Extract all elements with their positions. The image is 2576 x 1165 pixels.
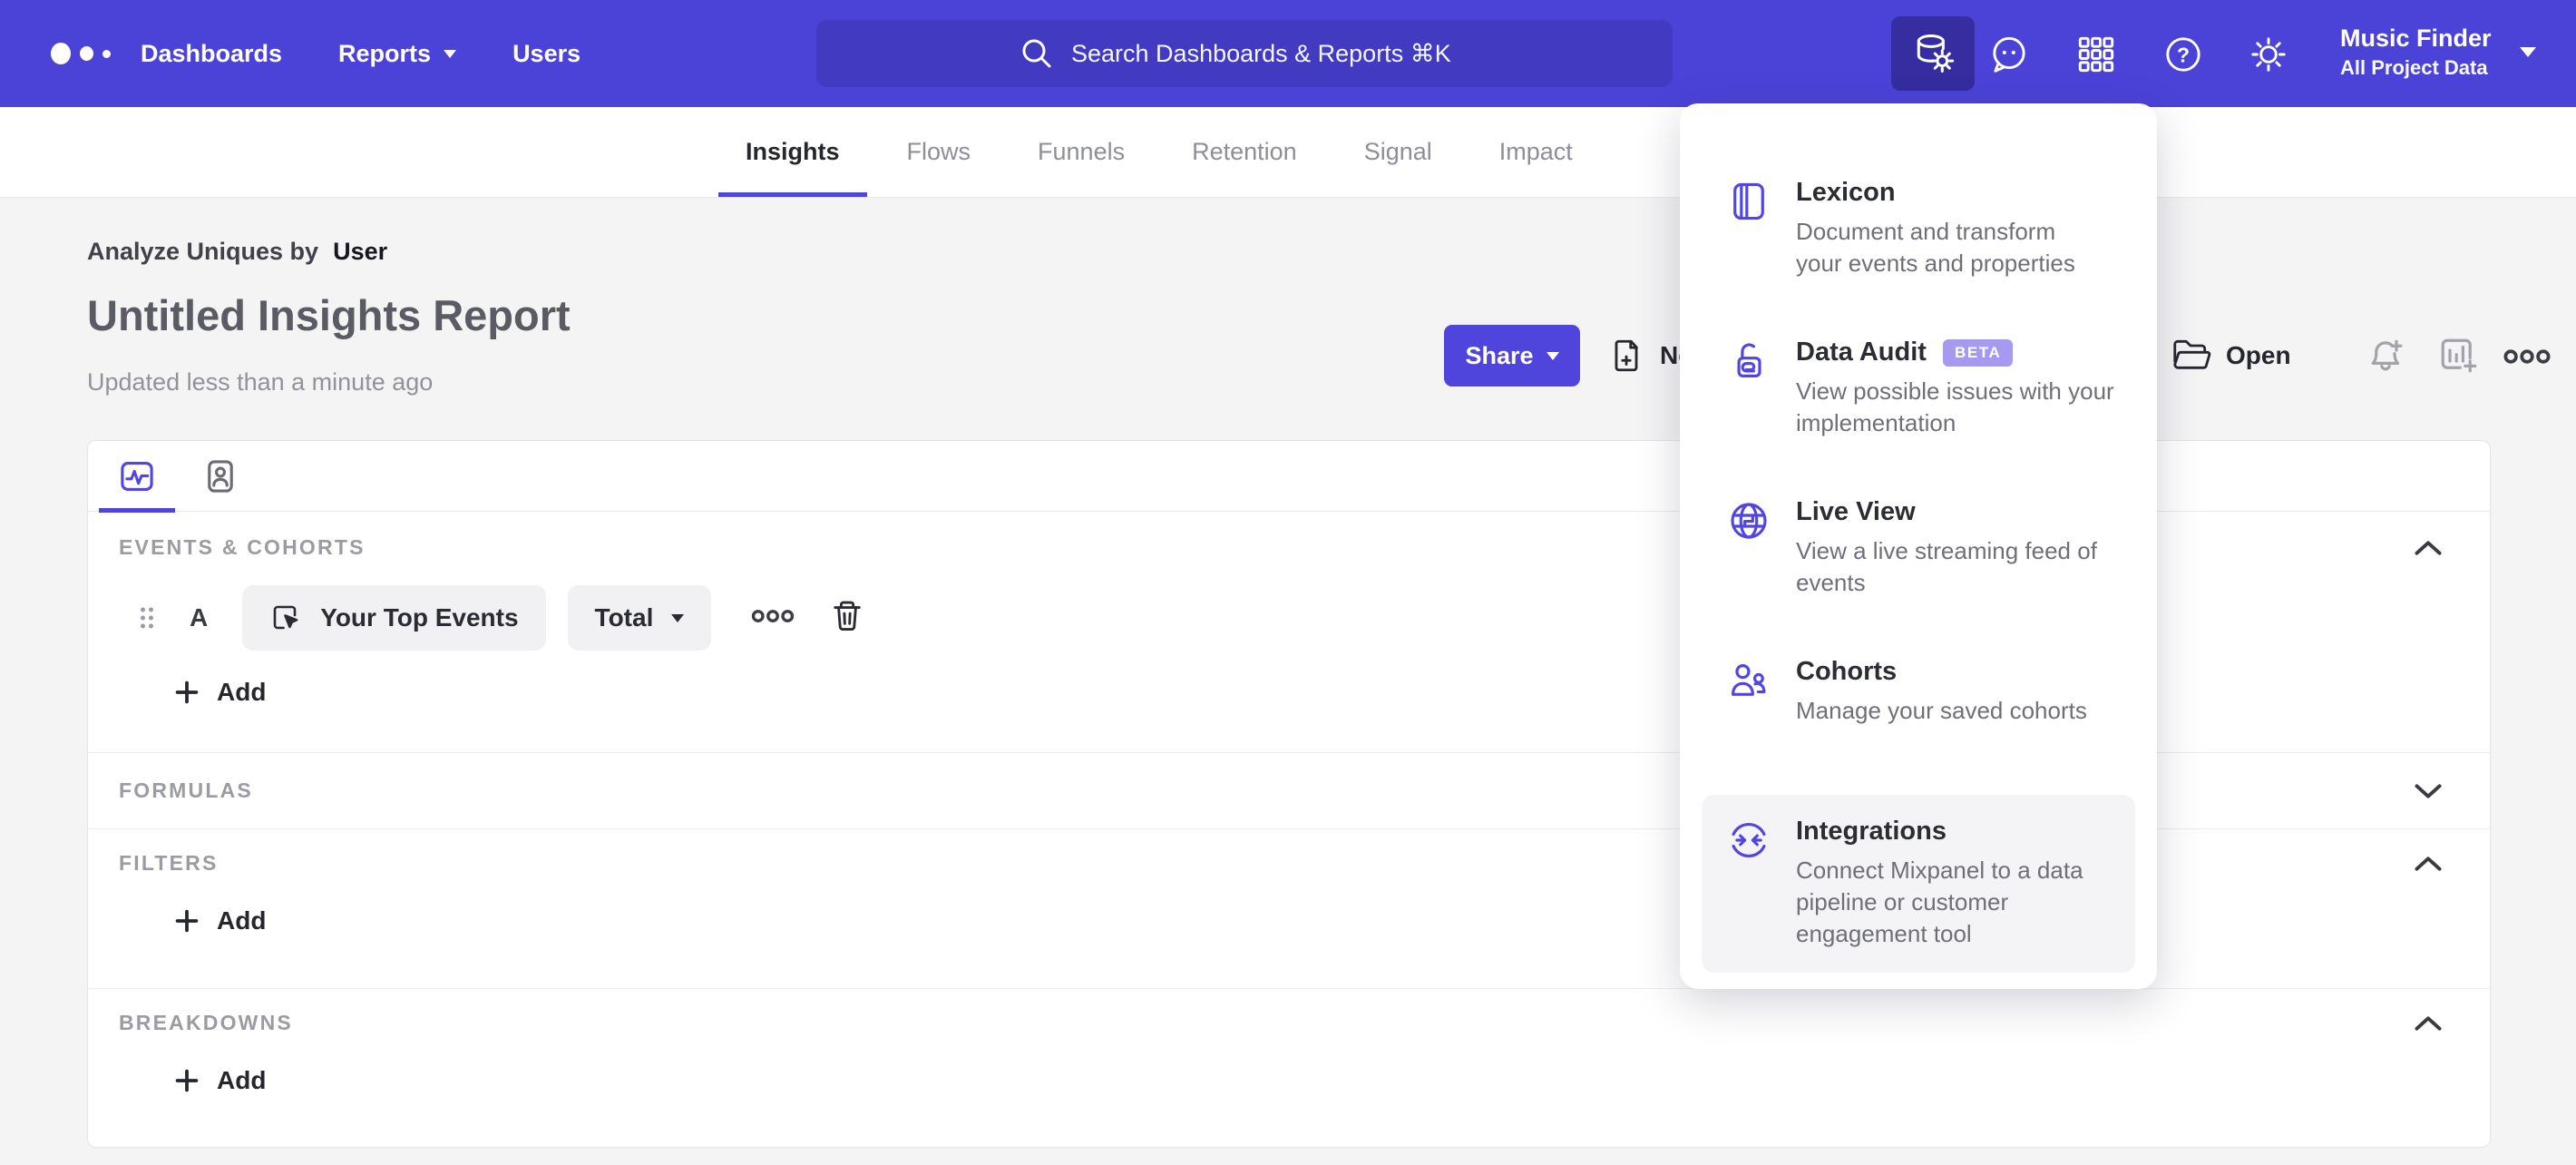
add-to-board-icon[interactable] — [2436, 334, 2480, 377]
aggregation-label: Total — [594, 603, 654, 631]
caret-down-icon — [444, 49, 457, 58]
aggregation-caret-down-icon — [671, 613, 685, 622]
plus-icon — [175, 1069, 199, 1092]
add-filter-label: Add — [217, 906, 267, 935]
analyze-prefix-label: Analyze Uniques by — [87, 238, 319, 265]
folder-open-icon — [2173, 339, 2211, 369]
updated-timestamp: Updated less than a minute ago — [87, 368, 434, 396]
menu-item-data-audit[interactable]: Data Audit BETA View possible issues wit… — [1702, 316, 2135, 475]
primary-nav: Dashboards Reports Users — [141, 0, 581, 107]
event-letter-label: A — [190, 603, 209, 631]
menu-item-description: Manage your saved cohorts — [1796, 697, 2087, 724]
nav-users[interactable]: Users — [512, 40, 581, 68]
svg-text:?: ? — [2177, 43, 2190, 66]
menu-item-cohorts[interactable]: Cohorts Manage your saved cohorts — [1702, 635, 2135, 795]
project-caret-down-icon — [2520, 47, 2536, 57]
apps-grid-icon[interactable] — [2073, 32, 2119, 77]
project-name: Music Finder — [2340, 24, 2492, 52]
drag-handle-icon[interactable] — [139, 605, 155, 631]
menu-item-description: Document and transform your events and p… — [1796, 218, 2075, 277]
aggregation-dropdown[interactable]: Total — [567, 585, 712, 651]
data-tools-dropdown-panel: Lexicon Document and transform your even… — [1680, 103, 2157, 989]
menu-item-description: View a live streaming feed of events — [1796, 537, 2097, 596]
tab-insights[interactable]: Insights — [718, 107, 867, 197]
insights-pulse-icon — [121, 461, 153, 491]
plus-icon — [175, 909, 199, 933]
tab-funnels[interactable]: Funnels — [1010, 107, 1152, 197]
add-breakdown-button[interactable]: Add — [175, 1066, 2443, 1095]
document-plus-icon — [1615, 339, 1638, 372]
select-event-icon — [273, 605, 298, 630]
nav-reports[interactable]: Reports — [338, 39, 457, 68]
nav-reports-label: Reports — [338, 39, 432, 67]
tab-events-view[interactable] — [119, 441, 155, 512]
add-breakdown-label: Add — [217, 1066, 267, 1094]
analyze-breadcrumb: Analyze Uniques by User — [87, 238, 387, 266]
collapse-chevron-up-icon[interactable] — [2414, 854, 2443, 874]
globe-icon — [1727, 499, 1771, 543]
feedback-chat-icon[interactable] — [1986, 32, 2032, 77]
share-caret-down-icon — [1546, 351, 1559, 360]
tab-impact[interactable]: Impact — [1472, 107, 1600, 197]
report-title[interactable]: Untitled Insights Report — [87, 290, 571, 340]
menu-item-title: Lexicon — [1796, 178, 1896, 207]
beta-badge: BETA — [1942, 338, 2014, 367]
menu-item-title: Cohorts — [1796, 657, 1898, 686]
menu-item-description: Connect Mixpanel to a data pipeline or c… — [1796, 857, 2083, 947]
tab-flows[interactable]: Flows — [880, 107, 999, 197]
plus-icon — [175, 680, 199, 704]
help-icon[interactable]: ? — [2161, 32, 2206, 77]
people-icon — [1727, 659, 1771, 702]
open-report-button[interactable]: Open — [2170, 327, 2291, 385]
nav-dashboards[interactable]: Dashboards — [141, 40, 282, 68]
expand-chevron-down-icon[interactable] — [2414, 781, 2443, 801]
more-actions-ellipsis-icon[interactable] — [2502, 347, 2552, 367]
collapse-chevron-up-icon[interactable] — [2414, 538, 2443, 558]
formulas-label: FORMULAS — [119, 778, 253, 802]
global-search[interactable] — [816, 20, 1673, 87]
user-card-icon — [208, 459, 233, 493]
search-icon — [1022, 39, 1051, 68]
tab-retention[interactable]: Retention — [1165, 107, 1324, 197]
top-navigation-bar: Dashboards Reports Users Search Dashboar… — [0, 0, 2576, 107]
collapse-chevron-up-icon[interactable] — [2414, 1013, 2443, 1033]
filters-label: FILTERS — [119, 851, 219, 875]
section-breakdowns: BREAKDOWNS Add — [88, 989, 2490, 1149]
breakdowns-label: BREAKDOWNS — [119, 1011, 293, 1034]
analyze-value-selector[interactable]: User — [333, 238, 387, 266]
menu-item-title: Live View — [1796, 497, 1916, 526]
menu-item-title: Data Audit — [1796, 338, 1927, 367]
events-cohorts-label: EVENTS & COHORTS — [119, 535, 366, 559]
menu-item-lexicon[interactable]: Lexicon Document and transform your even… — [1702, 156, 2135, 316]
menu-item-description: View possible issues with your implement… — [1796, 377, 2114, 436]
report-type-tabs: Insights Flows Funnels Retention Signal … — [0, 107, 2576, 198]
mixpanel-logo-icon[interactable] — [51, 0, 111, 107]
lock-icon — [1727, 339, 1771, 383]
mixpanel-app: Dashboards Reports Users Search Dashboar… — [0, 0, 2576, 1165]
tab-signal[interactable]: Signal — [1337, 107, 1459, 197]
add-event-label: Add — [217, 678, 267, 706]
settings-gear-icon[interactable] — [2246, 32, 2291, 77]
book-icon — [1727, 180, 1771, 223]
menu-item-title: Integrations — [1796, 817, 1947, 846]
event-selector-button[interactable]: Your Top Events — [242, 585, 546, 651]
sync-arrows-icon — [1727, 818, 1771, 862]
data-management-icon[interactable] — [1891, 16, 1975, 91]
event-name-label: Your Top Events — [320, 603, 519, 631]
menu-item-live-view[interactable]: Live View View a live streaming feed of … — [1702, 475, 2135, 635]
project-scope: All Project Data — [2340, 56, 2488, 79]
project-switcher[interactable]: Music Finder All Project Data — [2340, 22, 2492, 82]
event-options-ellipsis-icon[interactable] — [749, 607, 796, 630]
delete-event-trash-icon[interactable] — [829, 598, 865, 639]
search-input[interactable] — [1071, 39, 1470, 68]
open-label: Open — [2226, 341, 2291, 369]
create-alert-bell-icon[interactable] — [2364, 334, 2407, 377]
tab-profiles-view[interactable] — [202, 441, 239, 512]
share-label: Share — [1465, 341, 1534, 369]
share-button[interactable]: Share — [1444, 325, 1580, 387]
menu-item-integrations[interactable]: Integrations Connect Mixpanel to a data … — [1702, 795, 2135, 973]
